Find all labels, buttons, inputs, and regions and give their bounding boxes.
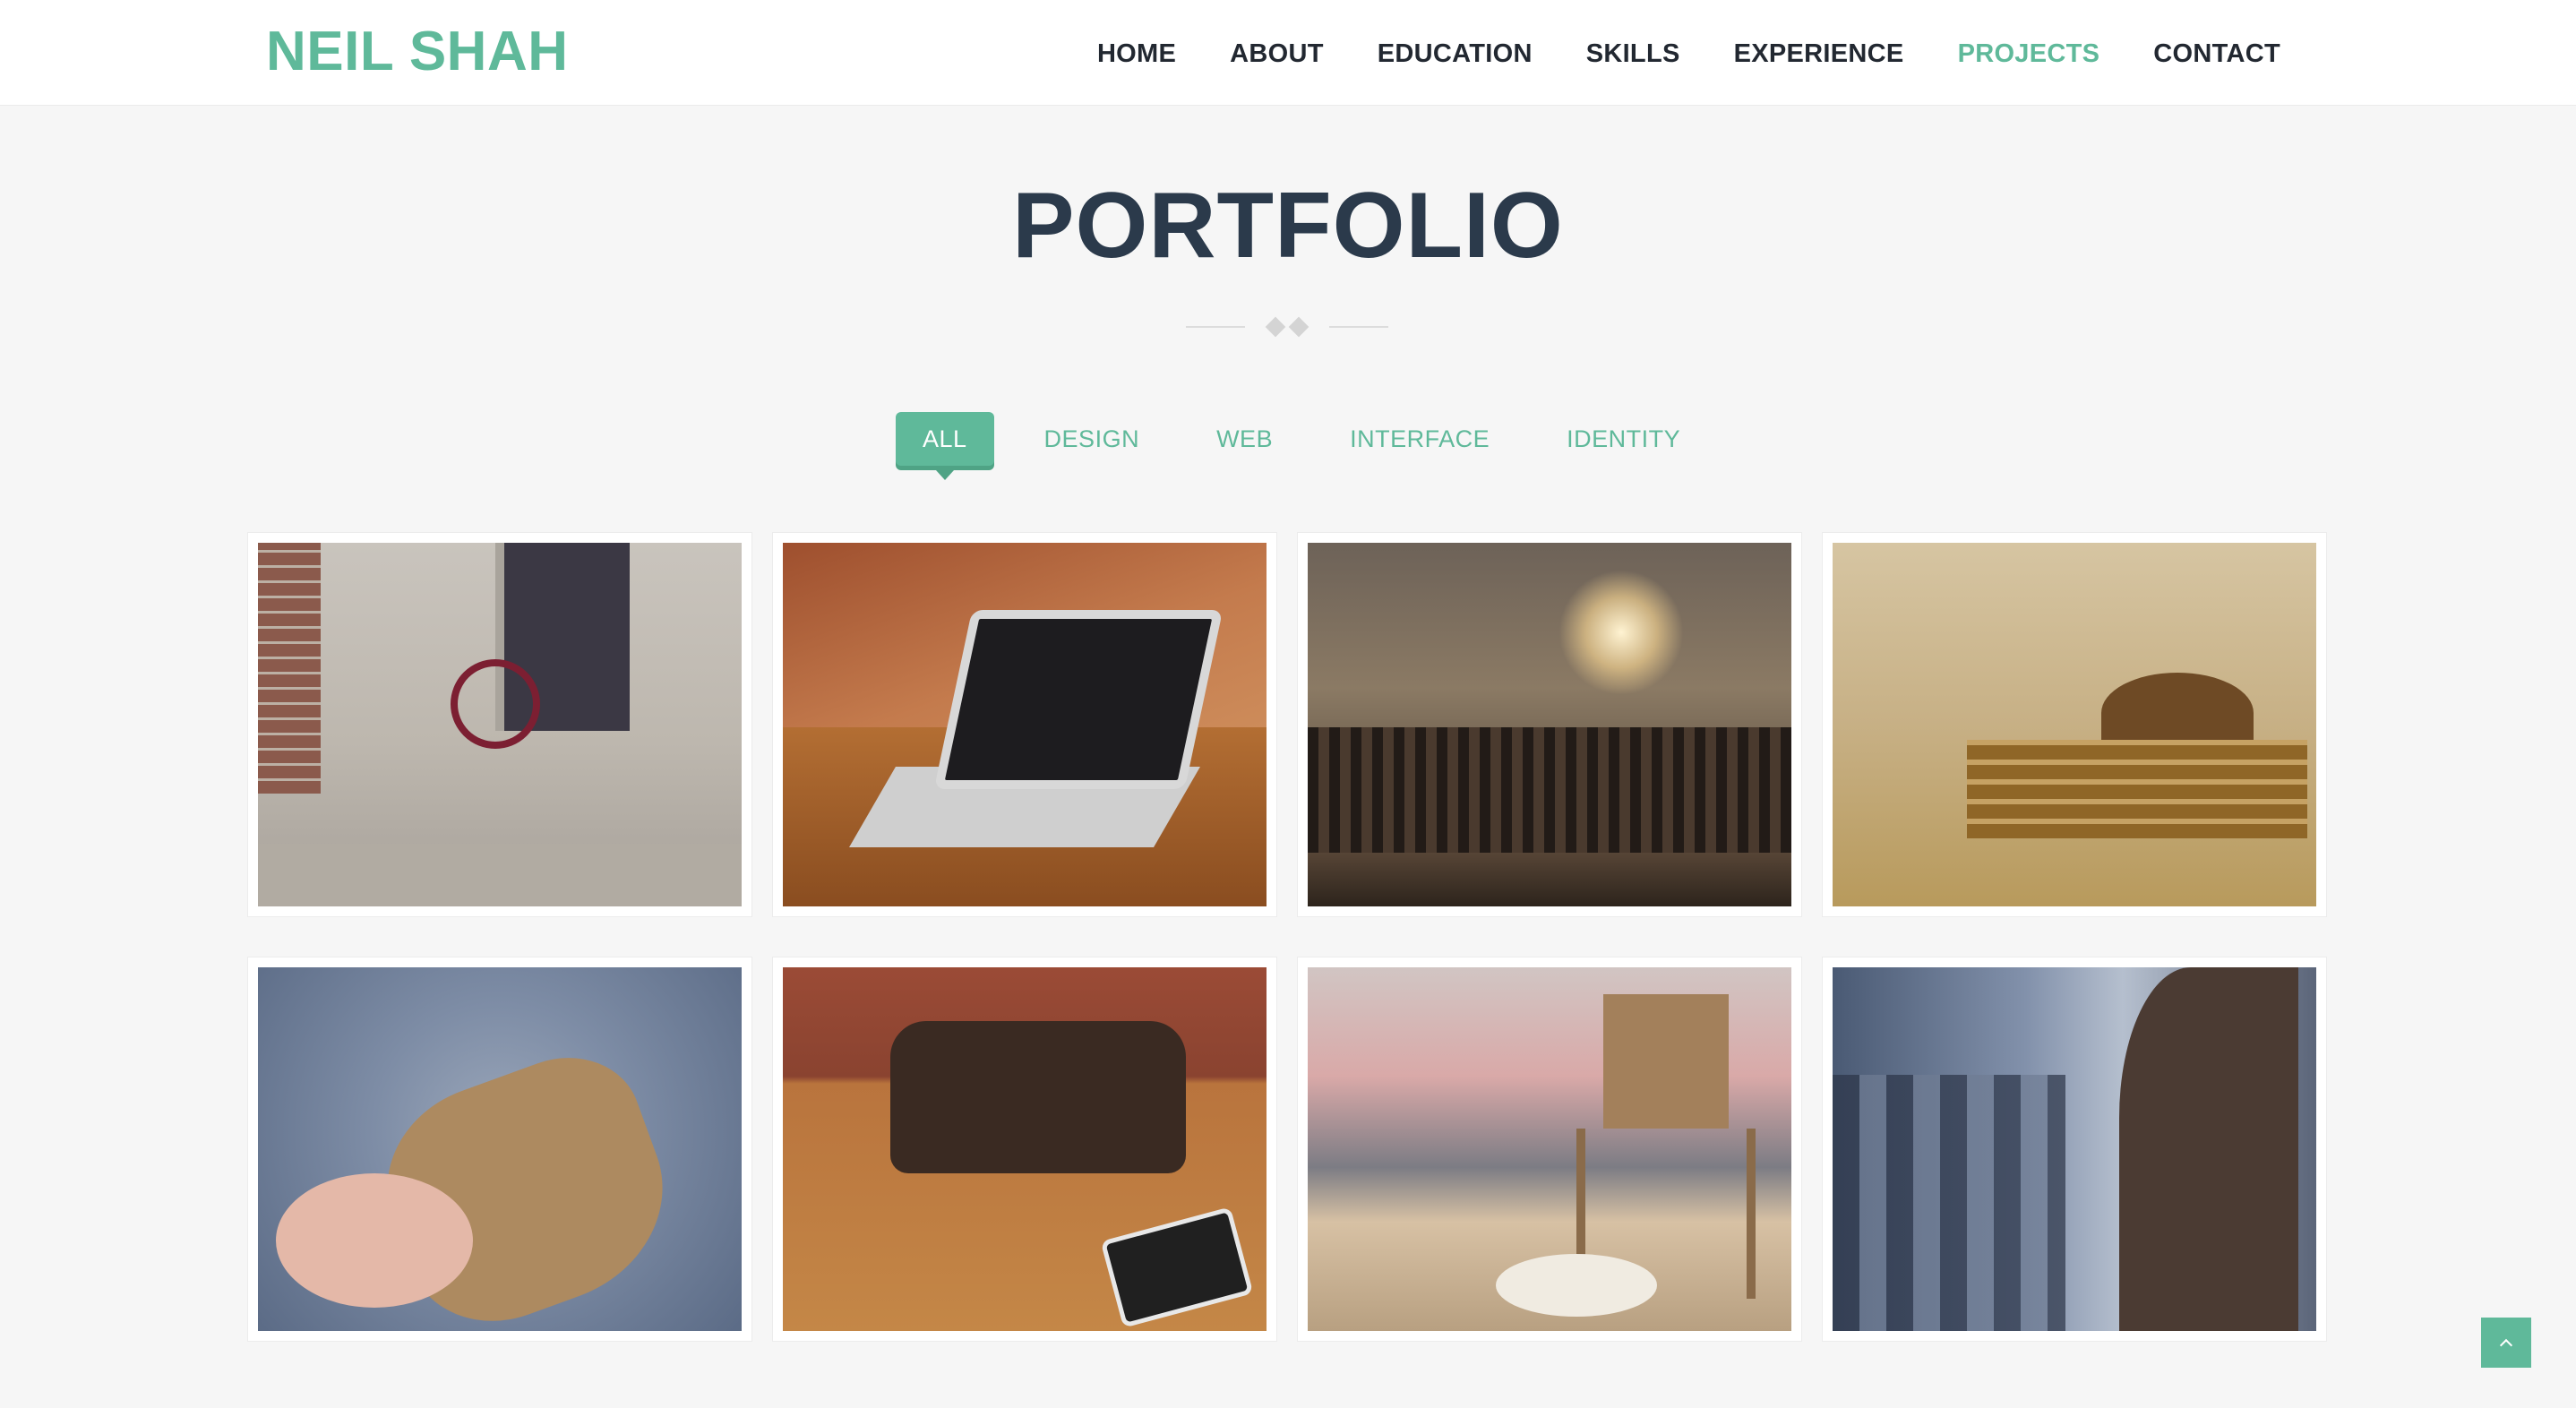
nav-item-education[interactable]: EDUCATION: [1378, 34, 1533, 73]
portfolio-item[interactable]: [772, 532, 1277, 917]
site-header: NEIL SHAH HOME ABOUT EDUCATION SKILLS EX…: [0, 0, 2576, 106]
diamond-icon: [1265, 316, 1286, 338]
diamond-icon: [1288, 316, 1309, 338]
nav-item-about[interactable]: ABOUT: [1230, 34, 1324, 73]
portfolio-item[interactable]: [772, 957, 1277, 1342]
tricycle-photo: [258, 543, 742, 906]
portfolio-item[interactable]: [1297, 957, 1802, 1342]
bench-couple-photo: [1833, 543, 2316, 906]
portfolio-item[interactable]: [1822, 532, 2327, 917]
laptop-photo: [783, 543, 1267, 906]
nav-item-projects[interactable]: PROJECTS: [1958, 34, 2100, 73]
nav-item-home[interactable]: HOME: [1097, 34, 1176, 73]
airplane-passenger-photo: [1833, 967, 2316, 1331]
portfolio-gallery: [247, 532, 2329, 1342]
filter-all[interactable]: ALL: [896, 412, 994, 480]
city-street-photo: [1308, 543, 1791, 906]
chevron-up-icon: [2499, 1338, 2513, 1352]
filter-identity[interactable]: IDENTITY: [1540, 412, 1707, 466]
sandwich-photo: [258, 967, 742, 1331]
filter-web[interactable]: WEB: [1189, 412, 1300, 466]
back-to-top-button[interactable]: [2481, 1318, 2531, 1368]
filter-design[interactable]: DESIGN: [1018, 412, 1167, 466]
site-logo[interactable]: NEIL SHAH: [266, 20, 569, 84]
lifeguard-tower-photo: [1308, 967, 1791, 1331]
filter-interface[interactable]: INTERFACE: [1323, 412, 1516, 466]
main-nav: HOME ABOUT EDUCATION SKILLS EXPERIENCE P…: [1097, 34, 2280, 73]
divider-line-left: [1186, 326, 1245, 328]
nav-item-experience[interactable]: EXPERIENCE: [1734, 34, 1904, 73]
divider-line-right: [1329, 326, 1388, 328]
desk-meeting-photo: [783, 967, 1267, 1331]
portfolio-item[interactable]: [247, 957, 752, 1342]
portfolio-item[interactable]: [1822, 957, 2327, 1342]
portfolio-item[interactable]: [1297, 532, 1802, 917]
section-title: PORTFOLIO: [1012, 174, 1564, 278]
title-divider: [1186, 315, 1388, 339]
nav-item-skills[interactable]: SKILLS: [1586, 34, 1680, 73]
portfolio-item[interactable]: [247, 532, 752, 917]
portfolio-filters: ALL DESIGN WEB INTERFACE IDENTITY: [896, 412, 1707, 480]
nav-item-contact[interactable]: CONTACT: [2153, 34, 2280, 73]
